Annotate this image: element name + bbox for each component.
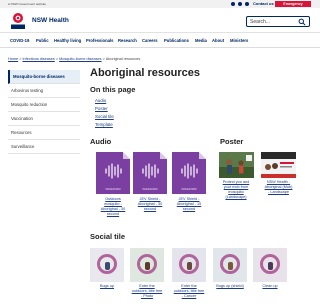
- youtube-icon[interactable]: [245, 2, 249, 6]
- main-nav: COVID-19 Public Healthy living Professio…: [0, 34, 320, 48]
- figure: [228, 262, 233, 270]
- page-title: Aboriginal resources: [90, 67, 201, 79]
- audio-caption[interactable]: Outdoors mosquito - Aboriginal - 30 seco…: [92, 197, 134, 217]
- sidebar: Mosquito-borne diseases Arbovirus testin…: [8, 70, 80, 154]
- sidebar-item-resources[interactable]: Resources: [8, 126, 80, 140]
- on-this-page-heading: On this page: [90, 85, 136, 94]
- sidebar-item-vaccination[interactable]: Vaccination: [8, 112, 80, 126]
- figure: [268, 262, 273, 270]
- social-tile-thumbnail[interactable]: [253, 248, 287, 282]
- nav-ministers[interactable]: Ministers: [230, 38, 248, 43]
- page-fold-icon: [123, 152, 130, 159]
- breadcrumb-sep: >: [55, 57, 59, 61]
- caption-line: second: [182, 207, 196, 211]
- social-caption[interactable]: Enter the outdoors, bite free - Cancer: [168, 284, 210, 299]
- waveform-icon: [181, 163, 198, 179]
- card-type-label: WAVEFORM: [181, 188, 197, 191]
- breadcrumb-current: Aboriginal resources: [105, 57, 141, 61]
- waveform-icon: [105, 163, 122, 179]
- waveform-icon: [142, 163, 159, 179]
- poster-thumbnail-landscape[interactable]: [219, 152, 254, 178]
- poster-heading: Poster: [220, 137, 244, 146]
- nav-professionals[interactable]: Professionals: [86, 38, 113, 43]
- figure: [187, 262, 192, 270]
- poster-thumbnail-mob[interactable]: [261, 152, 296, 178]
- nav-publications[interactable]: Publications: [164, 38, 189, 43]
- caption-line: second: [106, 212, 120, 216]
- social-caption[interactable]: Bugs up: [88, 284, 126, 289]
- figure: [145, 262, 150, 270]
- sidebar-item-mosquito-borne[interactable]: Mosquito-borne diseases: [8, 70, 80, 84]
- social-tile-thumbnail[interactable]: [130, 248, 164, 282]
- poster-caption[interactable]: NSW Health - Aboriginal (Mob) - Landscap…: [256, 180, 301, 195]
- social-caption[interactable]: Enter the outdoors, bite free - Photo: [126, 284, 168, 299]
- audio-caption[interactable]: JEV Shield - Aboriginal - 30 second: [129, 197, 171, 212]
- caption-line: - Landscape: [268, 190, 289, 194]
- caption-line: (Landscape): [225, 195, 247, 199]
- audio-file-card[interactable]: WAVEFORM: [133, 152, 167, 194]
- toc-template-link[interactable]: Template: [95, 122, 113, 127]
- nsw-waratah-logo-icon[interactable]: [8, 12, 28, 31]
- nav-healthy-living[interactable]: Healthy living: [54, 38, 81, 43]
- contact-us-link[interactable]: Contact us: [253, 1, 274, 6]
- toc-poster-link[interactable]: Poster: [95, 106, 108, 111]
- audio-heading: Audio: [90, 137, 112, 146]
- nav-public[interactable]: Public: [36, 38, 49, 43]
- search-icon[interactable]: [298, 18, 306, 26]
- audio-file-card[interactable]: WAVEFORM: [96, 152, 130, 194]
- nav-media[interactable]: Media: [195, 38, 207, 43]
- social-tile-thumbnail[interactable]: [213, 248, 247, 282]
- search-input[interactable]: Search...: [246, 16, 310, 27]
- caption-line: - Photo: [140, 294, 154, 298]
- card-type-label: WAVEFORM: [105, 188, 121, 191]
- figure: [105, 262, 110, 270]
- caption-line: Bugs up: [100, 284, 114, 288]
- audio-file-card[interactable]: WAVEFORM: [172, 152, 206, 194]
- nav-careers[interactable]: Careers: [142, 38, 158, 43]
- sidebar-item-arbovirus[interactable]: Arbovirus testing: [8, 84, 80, 98]
- social-tile-thumbnail[interactable]: [172, 248, 206, 282]
- breadcrumb: Home > Infectious diseases > Mosquito-bo…: [8, 57, 140, 61]
- social-caption[interactable]: Bugs up (shield): [209, 284, 251, 289]
- search-placeholder: Search...: [250, 19, 271, 25]
- audio-caption[interactable]: JEV Shield - Aboriginal - 15 second: [168, 197, 210, 212]
- breadcrumb-sep: >: [102, 57, 105, 61]
- caption-line: second: [143, 207, 157, 211]
- gov-label: A NSW Government website: [8, 2, 47, 6]
- breadcrumb-infectious[interactable]: Infectious diseases: [22, 57, 54, 61]
- sidebar-item-mosquito-reduction[interactable]: Mosquito reduction: [8, 98, 80, 112]
- nav-covid[interactable]: COVID-19: [10, 38, 29, 43]
- nav-about[interactable]: About: [212, 38, 224, 43]
- toc-social-link[interactable]: Social tile: [95, 114, 114, 119]
- instagram-icon[interactable]: [238, 2, 242, 6]
- caption-line: Bugs up (shield): [216, 284, 244, 288]
- social-tile-thumbnail[interactable]: [90, 248, 124, 282]
- caption-line: Clean up: [262, 284, 278, 288]
- caption-line: - Cancer: [181, 294, 197, 298]
- nav-research[interactable]: Research: [118, 38, 137, 43]
- card-type-label: WAVEFORM: [142, 188, 158, 191]
- social-caption[interactable]: Clean up: [251, 284, 289, 289]
- sidebar-item-surveillance[interactable]: Surveillance: [8, 140, 80, 154]
- page-fold-icon: [160, 152, 167, 159]
- facebook-icon[interactable]: [231, 2, 235, 6]
- poster-caption[interactable]: Protect you and your mob from mosquito (…: [214, 180, 258, 200]
- breadcrumb-mosquito[interactable]: Mosquito-borne diseases: [59, 57, 101, 61]
- gov-topbar: A NSW Government website Contact us Emer…: [0, 0, 320, 12]
- toc-audio-link[interactable]: Audio: [95, 98, 106, 103]
- social-tile-heading: Social tile: [90, 232, 126, 241]
- page-fold-icon: [199, 152, 206, 159]
- emergency-button[interactable]: Emergency information: [275, 1, 311, 12]
- brand-name[interactable]: NSW Health: [32, 17, 69, 24]
- breadcrumb-home[interactable]: Home: [8, 57, 18, 61]
